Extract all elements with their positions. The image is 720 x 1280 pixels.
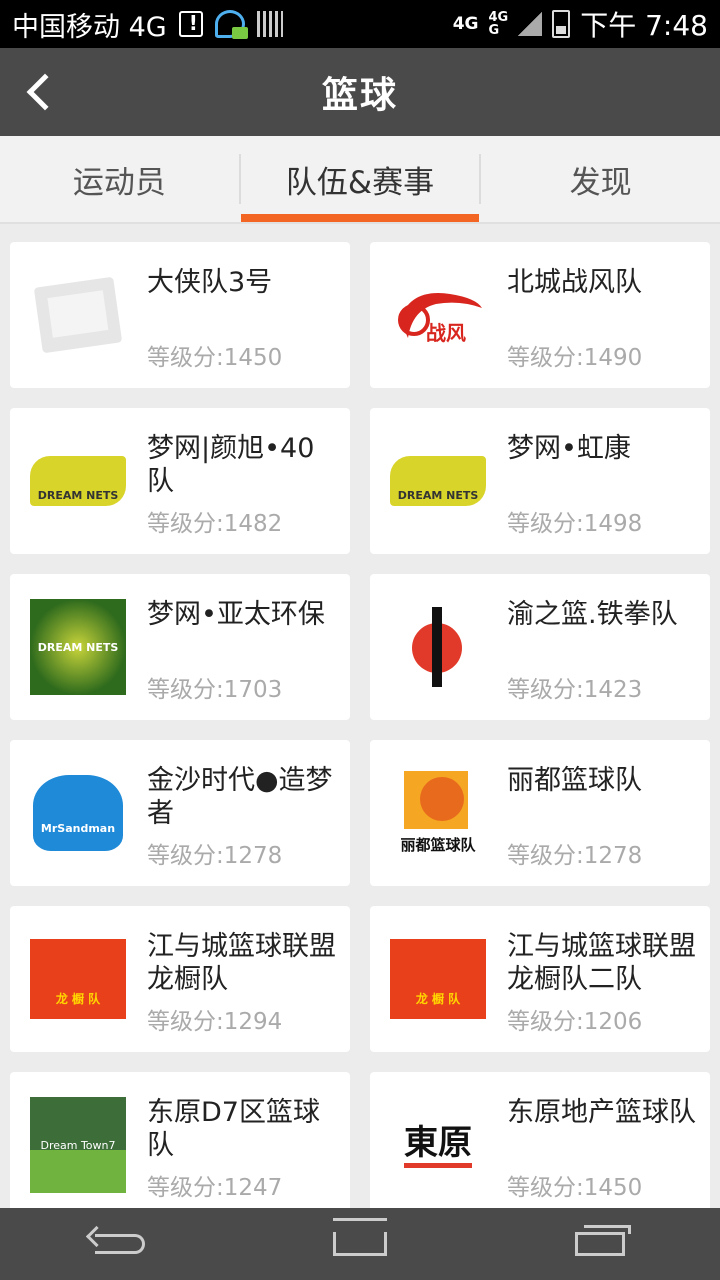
- team-logo-text: Dream Town7: [30, 1097, 126, 1193]
- tab-discover[interactable]: 发现: [481, 136, 720, 222]
- network-g-label: G: [488, 23, 500, 38]
- team-name: 梦网•虹康: [507, 433, 631, 464]
- team-card[interactable]: MrSandman 金沙时代●造梦者 等级分:1278: [10, 740, 350, 886]
- network-4g-label: 4G: [452, 13, 479, 34]
- team-logo-text: DREAM NETS: [30, 599, 126, 695]
- tab-teams-events[interactable]: 队伍&赛事: [240, 136, 480, 222]
- status-bar: 中国移动 4G 4G 4G G 下午 7:48: [0, 0, 720, 48]
- recent-apps-icon: [575, 1225, 631, 1256]
- team-card[interactable]: 東原 东原地产篮球队 等级分:1450: [370, 1072, 710, 1218]
- system-recents-button[interactable]: [570, 1224, 631, 1264]
- team-name: 丽都篮球队: [507, 765, 642, 796]
- team-score: 等级分:1247: [147, 1175, 283, 1201]
- team-logo: [390, 599, 486, 695]
- team-card[interactable]: 丽都篮球队 丽都篮球队 等级分:1278: [370, 740, 710, 886]
- team-name: 江与城篮球联盟龙橱队: [147, 931, 336, 995]
- team-score: 等级分:1294: [147, 1009, 283, 1035]
- tab-athletes[interactable]: 运动员: [0, 136, 239, 222]
- team-card[interactable]: DREAM NETS 梦网•亚太环保 等级分:1703: [10, 574, 350, 720]
- team-logo-text: DREAM NETS: [390, 456, 486, 506]
- team-score: 等级分:1206: [507, 1009, 643, 1035]
- team-logo: 战风: [390, 267, 486, 363]
- page-title: 篮球: [321, 75, 398, 116]
- team-logo: Dream Town7: [30, 1097, 126, 1193]
- system-nav-bar: [0, 1208, 720, 1280]
- home-icon: [333, 1232, 387, 1256]
- team-name: 江与城篮球联盟龙橱队二队: [507, 931, 696, 995]
- team-name: 东原D7区篮球队: [147, 1097, 320, 1161]
- team-card[interactable]: 大侠队3号 等级分:1450: [10, 242, 350, 388]
- team-logo-text: 東原: [404, 1123, 472, 1168]
- team-card[interactable]: DREAM NETS 梦网•虹康 等级分:1498: [370, 408, 710, 554]
- signal-icon: [518, 12, 543, 36]
- team-name: 梦网|颜旭•40队: [147, 433, 315, 497]
- team-score: 等级分:1450: [507, 1175, 643, 1201]
- team-score: 等级分:1482: [147, 511, 283, 537]
- team-logo: 龙 橱 队: [390, 931, 486, 1027]
- clock: 下午 7:48: [580, 9, 708, 42]
- team-logo: 東原: [390, 1097, 486, 1193]
- system-back-button[interactable]: [90, 1224, 150, 1264]
- team-logo: DREAM NETS: [30, 599, 126, 695]
- back-button[interactable]: [14, 66, 64, 118]
- team-score: 等级分:1423: [507, 677, 643, 703]
- team-name: 大侠队3号: [147, 267, 273, 298]
- barcode-icon: [256, 11, 283, 37]
- team-logo: 丽都篮球队: [390, 765, 486, 861]
- tab-bar: 运动员 队伍&赛事 发现: [0, 136, 720, 224]
- team-score: 等级分:1490: [507, 345, 643, 371]
- chat-notification-icon: [214, 10, 248, 39]
- team-name: 梦网•亚太环保: [147, 599, 325, 630]
- team-score: 等级分:1450: [147, 345, 283, 371]
- team-logo: DREAM NETS: [390, 433, 486, 529]
- team-name: 北城战风队: [507, 267, 642, 298]
- warning-icon: [178, 11, 203, 37]
- network-indicator: 4G G: [489, 11, 509, 37]
- team-card[interactable]: 龙 橱 队 江与城篮球联盟龙橱队二队 等级分:1206: [370, 906, 710, 1052]
- team-logo: DREAM NETS: [30, 433, 126, 529]
- team-name: 渝之篮.铁拳队: [507, 599, 678, 630]
- team-card[interactable]: 龙 橱 队 江与城篮球联盟龙橱队 等级分:1294: [10, 906, 350, 1052]
- team-grid: 大侠队3号 等级分:1450 战风 北城战风队 等级分:1490 DREAM N…: [10, 242, 710, 1218]
- team-score: 等级分:1278: [507, 843, 643, 869]
- system-home-button[interactable]: [330, 1224, 390, 1264]
- team-score: 等级分:1703: [147, 677, 283, 703]
- team-card[interactable]: 战风 北城战风队 等级分:1490: [370, 242, 710, 388]
- team-logo: 龙 橱 队: [30, 931, 126, 1027]
- team-name: 金沙时代●造梦者: [147, 765, 333, 829]
- team-logo-text: 龙 橱 队: [30, 939, 126, 1019]
- image-placeholder-icon: [30, 267, 126, 363]
- team-logo: MrSandman: [30, 765, 126, 861]
- team-name: 东原地产篮球队: [507, 1097, 696, 1128]
- team-card[interactable]: 渝之篮.铁拳队 等级分:1423: [370, 574, 710, 720]
- back-arrow-icon: [95, 1234, 145, 1254]
- battery-icon: [552, 10, 571, 38]
- team-logo-text: MrSandman: [33, 775, 123, 851]
- team-logo-text: 战风: [426, 321, 466, 345]
- title-bar: 篮球: [0, 48, 720, 136]
- team-logo-text: 龙 橱 队: [390, 939, 486, 1019]
- team-card[interactable]: Dream Town7 东原D7区篮球队 等级分:1247: [10, 1072, 350, 1218]
- team-logo-text: DREAM NETS: [30, 456, 126, 506]
- team-card[interactable]: DREAM NETS 梦网|颜旭•40队 等级分:1482: [10, 408, 350, 554]
- team-score: 等级分:1498: [507, 511, 643, 537]
- team-score: 等级分:1278: [147, 843, 283, 869]
- carrier-label: 中国移动 4G: [12, 11, 167, 43]
- team-logo-text: 丽都篮球队: [400, 836, 476, 854]
- chevron-left-icon: [26, 73, 64, 111]
